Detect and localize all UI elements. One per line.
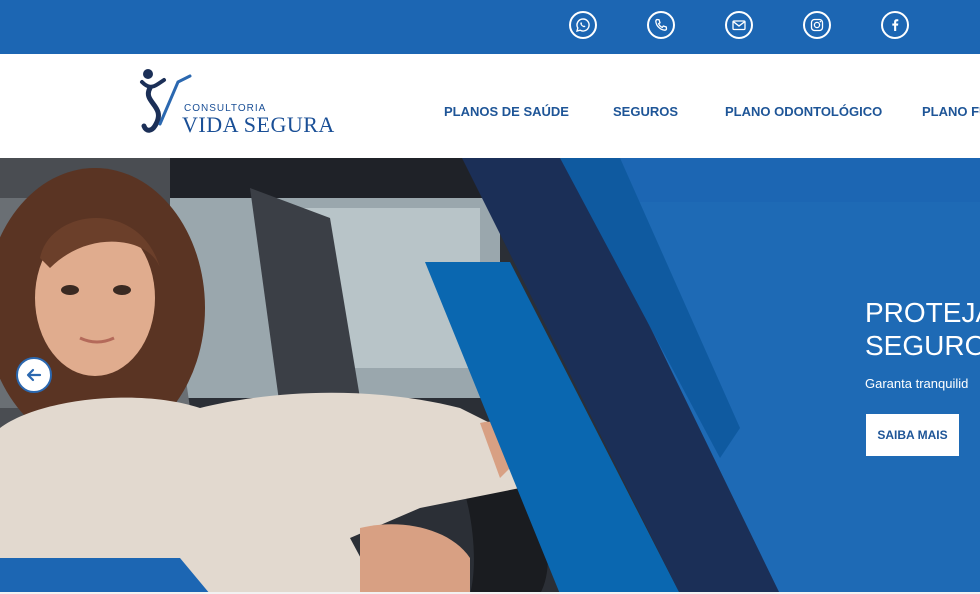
header: CONSULTORIA VIDA SEGURA PLANOS DE SAÚDE … bbox=[0, 54, 980, 158]
nav-seguros[interactable]: SEGUROS bbox=[613, 104, 678, 119]
nav-plano-funeral[interactable]: PLANO FU bbox=[922, 104, 980, 119]
logo-name: VIDA SEGURA bbox=[182, 112, 335, 137]
hero-shapes bbox=[425, 158, 980, 594]
phone-icon[interactable] bbox=[647, 11, 675, 39]
hero-subtitle: Garanta tranquilid bbox=[865, 376, 969, 391]
instagram-icon[interactable] bbox=[803, 11, 831, 39]
logo[interactable]: CONSULTORIA VIDA SEGURA bbox=[138, 66, 348, 146]
nav-plano-odontologico[interactable]: PLANO ODONTOLÓGICO bbox=[725, 104, 882, 119]
whatsapp-icon[interactable] bbox=[569, 11, 597, 39]
arrow-left-icon bbox=[26, 368, 42, 382]
nav-planos-de-saude[interactable]: PLANOS DE SAÚDE bbox=[444, 104, 569, 119]
hero-title: PROTEJA SEGUROS bbox=[865, 297, 980, 361]
facebook-icon[interactable] bbox=[881, 11, 909, 39]
saiba-mais-button[interactable]: SAIBA MAIS bbox=[866, 414, 959, 456]
slider-prev-button[interactable] bbox=[16, 357, 52, 393]
hero-slider: PROTEJA SEGUROS Garanta tranquilid SAIBA… bbox=[0, 158, 980, 594]
top-bar bbox=[0, 0, 980, 54]
email-icon[interactable] bbox=[725, 11, 753, 39]
